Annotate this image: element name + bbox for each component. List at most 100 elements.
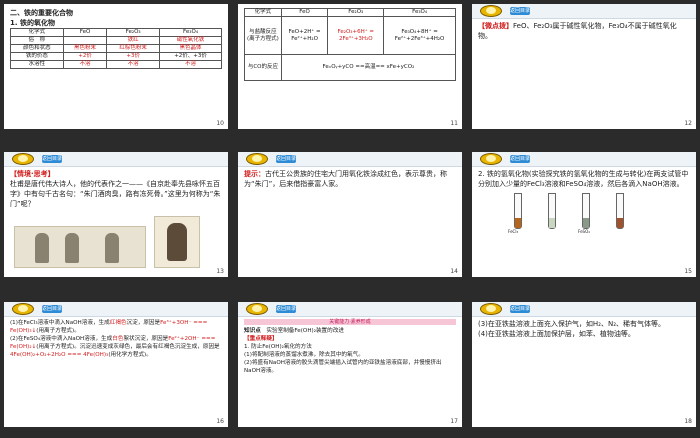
question-text: 沉淀，原因是	[126, 320, 161, 326]
page-number: 16	[216, 418, 224, 425]
tip-label: 【情境·思考】	[10, 170, 55, 178]
back-to-contents-button[interactable]: 返回目录	[42, 305, 62, 313]
answer-text: 白色	[112, 336, 124, 342]
table-cell: Fe₃O₄+8H⁺ = Fe²⁺+2Fe³⁺+4H₂O	[383, 16, 456, 55]
table-cell: 不溶	[62, 60, 108, 69]
header-band: 返回目录	[4, 152, 228, 167]
slide-10[interactable]: 二、铁的重要化合物 1. 铁的氧化物 化学式 FeO Fe₂O₃ Fe₃O₄ 俗…	[4, 4, 228, 129]
page-number: 12	[684, 120, 692, 127]
tip-label: 【微点拨】	[478, 22, 513, 30]
table-cell: +3价	[106, 52, 161, 61]
table-cell: FeO+2H⁺ = Fe²⁺+H₂O	[280, 16, 329, 55]
slide-13[interactable]: 返回目录 【情境·思考】 杜甫是唐代伟大诗人，他的代表作之一——《自京赴奉先县咏…	[4, 152, 228, 277]
slide-heading: 二、铁的重要化合物	[10, 9, 73, 17]
header-band: 返回目录	[472, 152, 696, 167]
back-to-contents-button[interactable]: 返回目录	[42, 155, 62, 163]
slide-17[interactable]: 返回目录 关键能力·素养形成 知识点 实验室制备Fe(OH)₂装置的改进 【重点…	[238, 302, 462, 427]
table-cell: 黑色粉末	[62, 44, 108, 53]
slide-14[interactable]: 返回目录 提示：古代王公贵族的住宅大门用氧化铁涂成红色，表示尊贵，称为“朱门”，…	[238, 152, 462, 277]
slide-text: (4)在亚铁盐溶液上面加保护层，如苯、植物油等。	[478, 330, 635, 338]
header-band: 返回目录	[238, 302, 462, 317]
section-banner: 关键能力·素养形成	[244, 319, 456, 325]
table-cell: 与CO的反应	[244, 54, 282, 81]
table-cell: 颜色和状态	[10, 44, 64, 53]
table-cell: 磁性氧化铁	[159, 36, 222, 45]
back-to-contents-button[interactable]: 返回目录	[510, 7, 530, 15]
page-number: 18	[684, 418, 692, 425]
table-cell: FeₓOᵧ+yCO ==高温== xFe+yCO₂	[280, 54, 457, 81]
table-header: 化学式	[244, 8, 282, 17]
slide-text: 1. 防止Fe(OH)₂氧化的方法	[244, 344, 312, 350]
tip-label: 提示：	[244, 170, 265, 178]
page-number: 14	[450, 268, 458, 275]
logo-icon	[8, 153, 38, 165]
table-cell: 铁红	[106, 36, 161, 45]
question-text: (用离子方程式)。沉淀迅速变成灰绿色，最后会有红褐色沉淀生成，原因是	[36, 344, 220, 350]
page-number: 15	[684, 268, 692, 275]
slide-text: (3)在亚铁盐溶液上面充入保护气，如H₂、N₂、稀有气体等。	[478, 320, 666, 328]
slide-18[interactable]: 返回目录 (3)在亚铁盐溶液上面充入保护气，如H₂、N₂、稀有气体等。 (4)在…	[472, 302, 696, 427]
table-header: Fe₃O₄	[159, 28, 222, 37]
slide-text: (1)将配制溶液的蒸馏水煮沸，除去其中的氧气。	[244, 352, 364, 358]
answer-text: 红褐色	[109, 320, 127, 326]
slide-12[interactable]: 返回目录 【微点拨】FeO、Fe₂O₃属于碱性氧化物，Fe₃O₄不属于碱性氧化物…	[472, 4, 696, 129]
header-band: 返回目录	[4, 302, 228, 317]
slide-16[interactable]: 返回目录 (1)在FeCl₃溶液中滴入NaOH溶液，生成红褐色沉淀，原因是Fe³…	[4, 302, 228, 427]
logo-icon	[476, 153, 506, 165]
table-cell: +2价、+3价	[159, 52, 222, 61]
portrait-illustration	[154, 216, 200, 268]
page-number: 13	[216, 268, 224, 275]
table-header: Fe₃O₄	[383, 8, 456, 17]
page-number: 11	[450, 120, 458, 127]
slide-text: 古代王公贵族的住宅大门用氧化铁涂成红色，表示尊贵，称为“朱门”，后来借指豪富人家…	[244, 170, 447, 188]
table-cell: 不溶	[106, 60, 161, 69]
logo-icon	[476, 5, 506, 17]
slide-subheading: 1. 铁的氧化物	[10, 19, 55, 27]
tip-label: 【重点释疑】	[244, 336, 278, 342]
question-text: (用化学方程式)。	[108, 352, 152, 358]
slide-11[interactable]: 化学式 FeO Fe₂O₃ Fe₃O₄ 与盐酸反应(离子方程式) FeO+2H⁺…	[238, 4, 462, 129]
table-header: Fe₂O₃	[327, 8, 385, 17]
test-tubes-photo: FeCl₃ FeSO₄	[478, 193, 690, 234]
question-text: (1)在FeCl₃溶液中滴入NaOH溶液，生成	[10, 320, 110, 326]
back-to-contents-button[interactable]: 返回目录	[510, 155, 530, 163]
page-number: 10	[216, 120, 224, 127]
topic-label: 知识点	[244, 328, 261, 334]
slide-text: 杜甫是唐代伟大诗人，他的代表作之一——《自京赴奉先县咏怀五百字》中有句千古名句：…	[10, 180, 221, 208]
slide-text: (2)将盛有NaOH溶液的胶头滴管尖端插入试管内的亚铁盐溶液底部，并慢慢挤出Na…	[244, 360, 442, 374]
back-to-contents-button[interactable]: 返回目录	[276, 305, 296, 313]
table-cell: Fe₂O₃+6H⁺ = 2Fe³⁺+3H₂O	[327, 16, 385, 55]
question-text: (用离子方程式)。	[36, 328, 80, 334]
tube-caption: FeCl₃	[508, 229, 519, 234]
table-cell: +2价	[62, 52, 108, 61]
table-header: FeO	[280, 8, 329, 17]
page-number: 17	[450, 418, 458, 425]
back-to-contents-button[interactable]: 返回目录	[276, 155, 296, 163]
topic-text: 实验室制备Fe(OH)₂装置的改进	[266, 328, 344, 334]
oxide-table: 化学式 FeO Fe₂O₃ Fe₃O₄ 俗 称 铁红 磁性氧化铁 颜色和状态 黑…	[10, 28, 222, 69]
scene-illustration	[14, 226, 146, 268]
slide-text: 2. 铁的氢氧化物(实验探究铁的氢氧化物的生成与转化)在两支试管中分别加入少量的…	[478, 170, 689, 188]
logo-icon	[242, 153, 272, 165]
logo-icon	[476, 303, 506, 315]
table-cell	[62, 36, 108, 45]
header-band: 返回目录	[238, 152, 462, 167]
table-header: Fe₂O₃	[106, 28, 161, 37]
table-cell: 黑色晶体	[159, 44, 222, 53]
tube-caption: FeSO₄	[578, 229, 590, 234]
logo-icon	[242, 303, 272, 315]
logo-icon	[8, 303, 38, 315]
back-to-contents-button[interactable]: 返回目录	[510, 305, 530, 313]
header-band: 返回目录	[472, 302, 696, 317]
table-cell: 水溶性	[10, 60, 64, 69]
header-band: 返回目录	[472, 4, 696, 19]
table-cell: 铁的价态	[10, 52, 64, 61]
table-header: FeO	[62, 28, 108, 37]
reaction-table: 化学式 FeO Fe₂O₃ Fe₃O₄ 与盐酸反应(离子方程式) FeO+2H⁺…	[244, 8, 457, 81]
question-text: (2)在FeSO₄溶液中滴入NaOH溶液，生成	[10, 336, 113, 342]
slide-15[interactable]: 返回目录 2. 铁的氢氧化物(实验探究铁的氢氧化物的生成与转化)在两支试管中分别…	[472, 152, 696, 277]
table-cell: 红棕色粉末	[106, 44, 161, 53]
table-cell: 与盐酸反应(离子方程式)	[244, 16, 282, 55]
table-header: 化学式	[10, 28, 64, 37]
question-text: 絮状沉淀，原因是	[123, 336, 169, 342]
